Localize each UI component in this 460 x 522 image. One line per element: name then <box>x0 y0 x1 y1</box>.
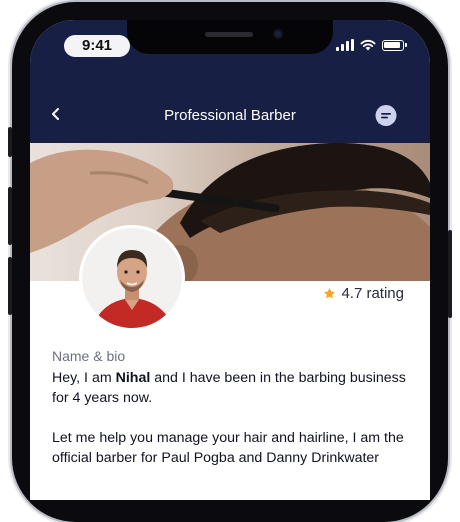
rating-badge: 4.7 rating <box>323 285 404 302</box>
side-button <box>448 230 452 318</box>
bio-label: Name & bio <box>52 348 126 364</box>
rating-text: 4.7 rating <box>341 285 404 302</box>
signal-icon <box>336 39 354 51</box>
side-button <box>8 187 12 245</box>
wifi-icon <box>360 39 376 51</box>
bio-section: Name & bio Hey, I am Nihal and I have be… <box>52 346 412 468</box>
star-icon <box>324 287 336 299</box>
battery-icon <box>382 39 407 51</box>
bio-paragraph-2: Let me help you manage your hair and hai… <box>52 430 404 466</box>
camera-icon <box>273 29 283 39</box>
speaker <box>205 32 253 37</box>
avatar <box>82 228 182 328</box>
chat-icon[interactable] <box>374 104 398 128</box>
bio-intro: Hey, I am <box>52 370 116 386</box>
app-screen: 9:41 Professional Barber 4.7 rating Name… <box>30 20 430 500</box>
side-button <box>8 257 12 315</box>
barber-name: Nihal <box>115 370 151 386</box>
dynamic-island <box>127 20 333 54</box>
status-time: 9:41 <box>64 35 130 57</box>
bio-text: Hey, I am Nihal and I have been in the b… <box>52 368 412 468</box>
page-title: Professional Barber <box>164 107 296 124</box>
side-button <box>8 127 12 157</box>
status-icons <box>336 38 407 52</box>
header-bar: 9:41 Professional Barber <box>30 20 430 143</box>
bio-paragraph-1: Hey, I am Nihal and I have been in the b… <box>52 368 412 408</box>
